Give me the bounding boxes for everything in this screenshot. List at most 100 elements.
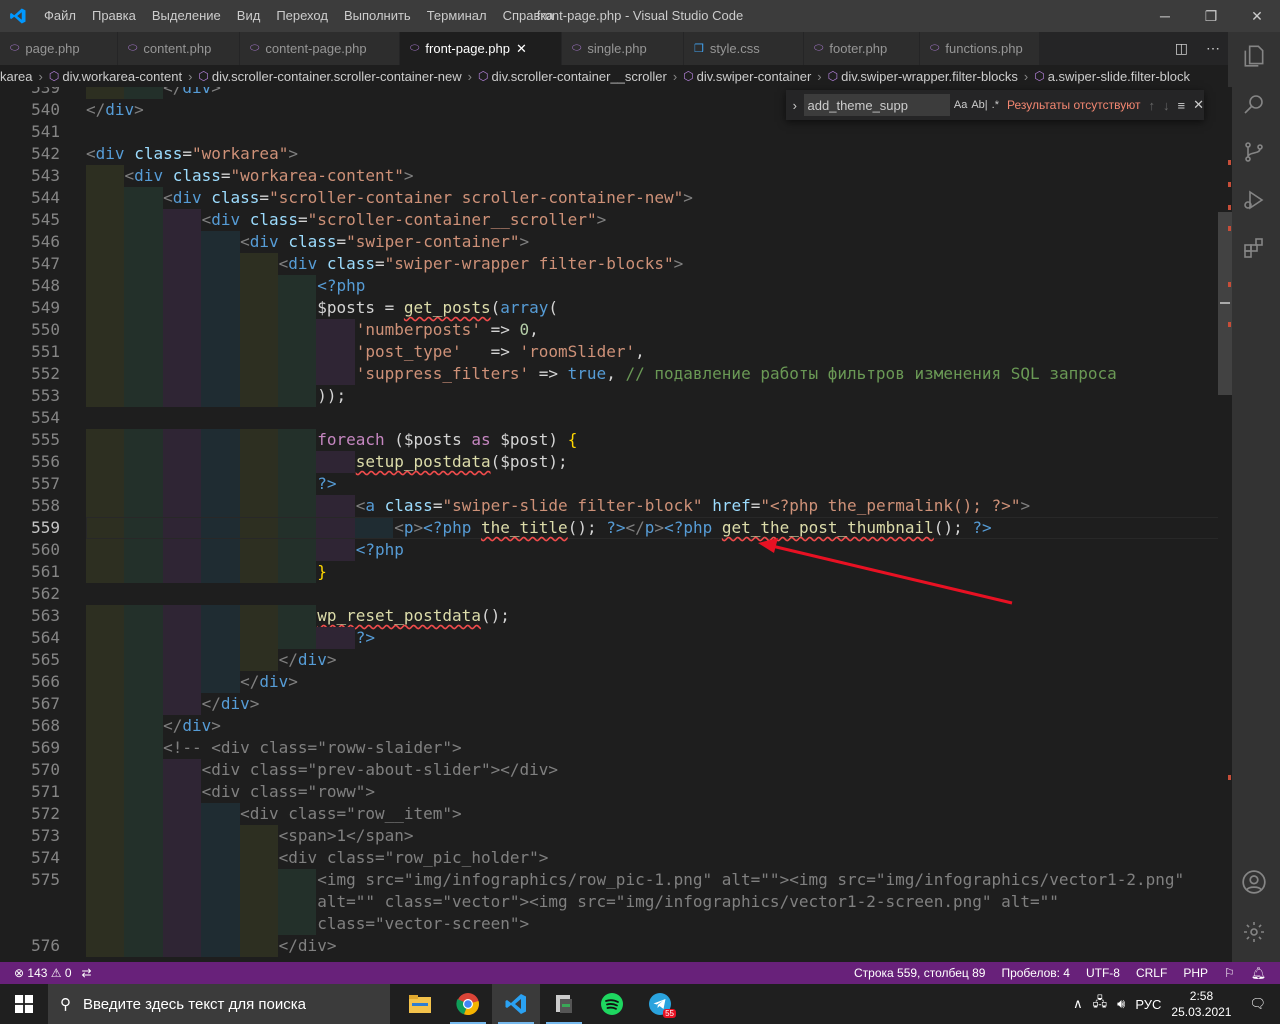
end-of-line[interactable]: CRLF: [1136, 966, 1167, 980]
close-find-icon[interactable]: ✕: [1193, 97, 1204, 113]
code-line[interactable]: 565 </div>: [0, 649, 1218, 671]
settings-gear-icon[interactable]: [1228, 908, 1280, 956]
breadcrumb-item[interactable]: div.workarea-content: [62, 69, 182, 84]
more-actions-icon[interactable]: ⋯: [1206, 40, 1220, 57]
notifications-icon[interactable]: 🔔︎: [1251, 966, 1266, 980]
code-line[interactable]: 551 'post_type' => 'roomSlider',: [0, 341, 1218, 363]
breadcrumb-item[interactable]: div.swiper-container: [697, 69, 812, 84]
code-line[interactable]: 566 </div>: [0, 671, 1218, 693]
code-line[interactable]: 546 <div class="swiper-container">: [0, 231, 1218, 253]
code-line[interactable]: 556 setup_postdata($post);: [0, 451, 1218, 473]
code-line[interactable]: 571 <div class="roww">: [0, 781, 1218, 803]
code-line[interactable]: 564 ?>: [0, 627, 1218, 649]
code-line[interactable]: 543 <div class="workarea-content">: [0, 165, 1218, 187]
language-mode[interactable]: PHP: [1183, 966, 1208, 980]
find-input[interactable]: add_theme_supp: [803, 94, 950, 116]
match-case-toggle[interactable]: Aa: [954, 99, 967, 111]
code-line[interactable]: 550 'numberposts' => 0,: [0, 319, 1218, 341]
regex-toggle[interactable]: .*: [992, 99, 999, 111]
run-debug-icon[interactable]: [1228, 176, 1280, 224]
menu-item[interactable]: Правка: [84, 0, 144, 32]
volume-icon[interactable]: 🔊︎: [1117, 996, 1125, 1012]
tab-page-php[interactable]: ⬭ page.php: [0, 32, 118, 65]
code-line[interactable]: 542 <div class="workarea">: [0, 143, 1218, 165]
minimize-button[interactable]: ─: [1142, 0, 1188, 32]
code-line[interactable]: 547 <div class="swiper-wrapper filter-bl…: [0, 253, 1218, 275]
tab-front-page-php[interactable]: ⬭ front-page.php ✕: [400, 32, 562, 65]
close-window-button[interactable]: ✕: [1234, 0, 1280, 32]
code-line[interactable]: 544 <div class="scroller-container scrol…: [0, 187, 1218, 209]
menu-item[interactable]: Файл: [36, 0, 84, 32]
breadcrumb-item[interactable]: div.scroller-container.scroller-containe…: [212, 69, 462, 84]
whole-word-toggle[interactable]: Ab|: [971, 99, 987, 111]
encoding[interactable]: UTF-8: [1086, 966, 1120, 980]
code-line[interactable]: 561 }: [0, 561, 1218, 583]
tab-functions-php[interactable]: ⬭ functions.php: [920, 32, 1040, 65]
file-explorer-icon[interactable]: [396, 984, 444, 1024]
code-line[interactable]: 576 </div>: [0, 935, 1218, 957]
code-line[interactable]: 567 </div>: [0, 693, 1218, 715]
close-tab-icon[interactable]: ✕: [516, 41, 527, 57]
source-control-icon[interactable]: [1228, 128, 1280, 176]
action-center-icon[interactable]: 🗨︎: [1249, 996, 1266, 1012]
restore-button[interactable]: ❐: [1188, 0, 1234, 32]
clock[interactable]: 2:58 25.03.2021: [1171, 988, 1231, 1020]
code-line[interactable]: alt="" class="vector"><img src="img/info…: [0, 891, 1218, 913]
cursor-position[interactable]: Строка 559, столбец 89: [854, 966, 985, 980]
code-line[interactable]: 560 <?php: [0, 539, 1218, 561]
code-line[interactable]: 568 </div>: [0, 715, 1218, 737]
code-editor[interactable]: 539 </div> 540 </div> 541 542 <div class="wor…: [0, 87, 1228, 962]
code-line[interactable]: class="vector-screen">: [0, 913, 1218, 935]
code-line[interactable]: 558 <a class="swiper-slide filter-block"…: [0, 495, 1218, 517]
code-line[interactable]: 552 'suppress_filters' => true, // подав…: [0, 363, 1218, 385]
breadcrumb-item[interactable]: div.swiper-wrapper.filter-blocks: [841, 69, 1018, 84]
code-line[interactable]: 570 <div class="prev-about-slider"></div…: [0, 759, 1218, 781]
input-language[interactable]: РУС: [1135, 997, 1161, 1012]
code-line[interactable]: 559 <p><?php the_title(); ?></p><?php ge…: [0, 517, 1228, 539]
menu-item[interactable]: Выполнить: [336, 0, 419, 32]
tab-content-php[interactable]: ⬭ content.php: [118, 32, 240, 65]
next-match-icon[interactable]: ↓: [1163, 98, 1170, 113]
extensions-icon[interactable]: [1228, 224, 1280, 272]
code-line[interactable]: 562: [0, 583, 1218, 605]
menu-item[interactable]: Справка: [495, 0, 562, 32]
breadcrumb-item[interactable]: a.swiper-slide.filter-block: [1048, 69, 1190, 84]
find-in-selection-icon[interactable]: ≡: [1178, 98, 1186, 113]
tab-content-page-php[interactable]: ⬭ content-page.php: [240, 32, 400, 65]
spotify-icon[interactable]: [588, 984, 636, 1024]
menu-item[interactable]: Терминал: [419, 0, 495, 32]
code-line[interactable]: 563 wp_reset_postdata();: [0, 605, 1218, 627]
code-line[interactable]: 553 ));: [0, 385, 1218, 407]
menu-item[interactable]: Переход: [268, 0, 336, 32]
code-line[interactable]: 557 ?>: [0, 473, 1218, 495]
taskbar-search[interactable]: ⚲ Введите здесь текст для поиска: [48, 984, 390, 1024]
feedback-icon[interactable]: ⚐: [1224, 966, 1235, 980]
network-icon[interactable]: 🖧︎: [1093, 993, 1108, 1015]
chrome-icon[interactable]: [444, 984, 492, 1024]
code-line[interactable]: 541: [0, 121, 1218, 143]
telegram-icon[interactable]: 55: [636, 984, 684, 1024]
previous-match-icon[interactable]: ↑: [1149, 98, 1156, 113]
live-share-icon[interactable]: ⇄: [82, 966, 92, 980]
code-line[interactable]: 555 foreach ($posts as $post) {: [0, 429, 1218, 451]
code-line[interactable]: 569 <!-- <div class="roww-slaider">: [0, 737, 1218, 759]
split-editor-icon[interactable]: ◫: [1175, 40, 1188, 57]
account-icon[interactable]: [1228, 858, 1280, 906]
code-line[interactable]: 554: [0, 407, 1218, 429]
menu-item[interactable]: Вид: [229, 0, 269, 32]
indentation[interactable]: Пробелов: 4: [1001, 966, 1070, 980]
breadcrumb-item[interactable]: karea: [0, 69, 33, 84]
code-line[interactable]: 572 <div class="row__item">: [0, 803, 1218, 825]
menu-item[interactable]: Выделение: [144, 0, 229, 32]
search-icon[interactable]: [1228, 80, 1280, 128]
code-line[interactable]: 545 <div class="scroller-container__scro…: [0, 209, 1218, 231]
breadcrumb-item[interactable]: div.scroller-container__scroller: [491, 69, 666, 84]
app-installer-icon[interactable]: [540, 984, 588, 1024]
show-hidden-icons[interactable]: ∧: [1073, 996, 1083, 1012]
toggle-replace-icon[interactable]: ›: [786, 98, 804, 113]
vscode-taskbar-icon[interactable]: [492, 984, 540, 1024]
problems-indicator[interactable]: ⊗ 143 ⚠ 0: [14, 966, 72, 980]
code-line[interactable]: 575 <img src="img/infographics/row_pic-1…: [0, 869, 1218, 891]
explorer-icon[interactable]: [1228, 32, 1280, 80]
code-line[interactable]: 573 <span>1</span>: [0, 825, 1218, 847]
